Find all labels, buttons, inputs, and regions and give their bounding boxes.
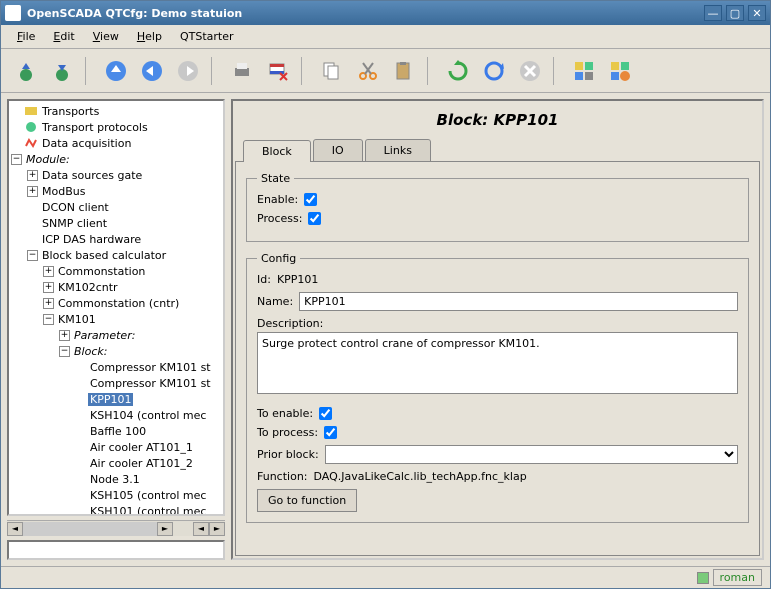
label-priorblock: Prior block: <box>257 448 319 461</box>
scroll-left-icon[interactable]: ◄ <box>7 522 23 536</box>
select-priorblock[interactable] <box>325 445 738 464</box>
legend-state: State <box>257 172 294 185</box>
left-pane: Transports Transport protocols Data acqu… <box>7 99 225 560</box>
paste-icon[interactable] <box>389 56 419 86</box>
menu-view[interactable]: View <box>85 27 127 46</box>
value-function: DAQ.JavaLikeCalc.lib_techApp.fnc_klap <box>314 470 527 483</box>
tree-transports[interactable]: Transports <box>9 103 223 119</box>
tree-km101[interactable]: −KM101 <box>9 311 223 327</box>
menubar: File Edit View Help QTStarter <box>1 25 770 49</box>
label-toprocess: To process: <box>257 426 318 439</box>
tree-block[interactable]: −Block: <box>9 343 223 359</box>
checkbox-toprocess[interactable] <box>324 426 337 439</box>
tab-links[interactable]: Links <box>365 139 431 161</box>
tree-dsgate[interactable]: +Data sources gate <box>9 167 223 183</box>
fieldset-config: Config Id: KPP101 Name: Description: To <box>246 252 749 523</box>
copy-icon[interactable] <box>317 56 347 86</box>
right-pane: Block: KPP101 Block IO Links State Enabl… <box>231 99 764 560</box>
tree-bbc[interactable]: −Block based calculator <box>9 247 223 263</box>
label-process: Process: <box>257 212 302 225</box>
checkbox-toenable[interactable] <box>319 407 332 420</box>
tree-view[interactable]: Transports Transport protocols Data acqu… <box>7 99 225 516</box>
fieldset-state: State Enable: Process: <box>246 172 749 242</box>
tab-block[interactable]: Block <box>243 140 311 162</box>
tree-at101-2[interactable]: Air cooler AT101_2 <box>9 455 223 471</box>
tree-at101-1[interactable]: Air cooler AT101_1 <box>9 439 223 455</box>
nav-forward-icon[interactable] <box>173 56 203 86</box>
disk-up-icon[interactable] <box>11 56 41 86</box>
label-function: Function: <box>257 470 308 483</box>
tree-modbus[interactable]: +ModBus <box>9 183 223 199</box>
bottom-listbox[interactable] <box>7 540 225 560</box>
window-title: OpenSCADA QTCfg: Demo statuion <box>27 7 700 20</box>
page-title: Block: KPP101 <box>235 103 760 139</box>
tab-body: State Enable: Process: Config Id: KPP101 <box>235 161 760 556</box>
flag-delete-icon[interactable] <box>263 56 293 86</box>
tree-dataacq[interactable]: Data acquisition <box>9 135 223 151</box>
refresh-icon[interactable] <box>443 56 473 86</box>
app-window: OpenSCADA QTCfg: Demo statuion — ▢ ✕ Fil… <box>0 0 771 589</box>
scroll-left2-icon[interactable]: ◄ <box>193 522 209 536</box>
scroll-right-icon[interactable]: ► <box>157 522 173 536</box>
scroll-right2-icon[interactable]: ► <box>209 522 225 536</box>
stop-icon[interactable] <box>515 56 545 86</box>
checkbox-process[interactable] <box>308 212 321 225</box>
label-description: Description: <box>257 317 323 330</box>
tree-ksh104[interactable]: KSH104 (control mec <box>9 407 223 423</box>
legend-config: Config <box>257 252 300 265</box>
menu-file[interactable]: File <box>9 27 43 46</box>
tree-ksh101[interactable]: KSH101 (control mec <box>9 503 223 516</box>
disk-down-icon[interactable] <box>47 56 77 86</box>
label-id: Id: <box>257 273 271 286</box>
statusbar: roman <box>1 566 770 588</box>
app-icon <box>5 5 21 21</box>
label-name: Name: <box>257 295 293 308</box>
menu-qtstarter[interactable]: QTStarter <box>172 27 242 46</box>
label-toenable: To enable: <box>257 407 313 420</box>
tree-parameter[interactable]: +Parameter: <box>9 327 223 343</box>
tool2-icon[interactable] <box>605 56 635 86</box>
value-id: KPP101 <box>277 273 318 286</box>
print-icon[interactable] <box>227 56 257 86</box>
tree-comp-km101-b[interactable]: Compressor KM101 st <box>9 375 223 391</box>
titlebar: OpenSCADA QTCfg: Demo statuion — ▢ ✕ <box>1 1 770 25</box>
nav-back-icon[interactable] <box>137 56 167 86</box>
tree-baffle[interactable]: Baffle 100 <box>9 423 223 439</box>
label-enable: Enable: <box>257 193 298 206</box>
checkbox-enable[interactable] <box>304 193 317 206</box>
tab-bar: Block IO Links <box>235 139 760 161</box>
tab-io[interactable]: IO <box>313 139 363 161</box>
tree-tprotocols[interactable]: Transport protocols <box>9 119 223 135</box>
goto-function-button[interactable]: Go to function <box>257 489 357 512</box>
tool1-icon[interactable] <box>569 56 599 86</box>
menu-help[interactable]: Help <box>129 27 170 46</box>
input-name[interactable] <box>299 292 738 311</box>
cut-icon[interactable] <box>353 56 383 86</box>
status-user: roman <box>713 569 762 586</box>
close-button[interactable]: ✕ <box>748 5 766 21</box>
menu-edit[interactable]: Edit <box>45 27 82 46</box>
textarea-description[interactable] <box>257 332 738 394</box>
maximize-button[interactable]: ▢ <box>726 5 744 21</box>
tree-kpp101[interactable]: KPP101 <box>9 391 223 407</box>
status-led-icon <box>697 572 709 584</box>
tree-dcon[interactable]: DCON client <box>9 199 223 215</box>
toolbar <box>1 49 770 93</box>
cycle-icon[interactable] <box>479 56 509 86</box>
tree-module[interactable]: −Module: <box>9 151 223 167</box>
tree-snmp[interactable]: SNMP client <box>9 215 223 231</box>
content-area: Transports Transport protocols Data acqu… <box>1 93 770 566</box>
nav-up-icon[interactable] <box>101 56 131 86</box>
minimize-button[interactable]: — <box>704 5 722 21</box>
tree-icpdas[interactable]: ICP DAS hardware <box>9 231 223 247</box>
tree-commonstation-cntr[interactable]: +Commonstation (cntr) <box>9 295 223 311</box>
tree-comp-km101-a[interactable]: Compressor KM101 st <box>9 359 223 375</box>
tree-commonstation[interactable]: +Commonstation <box>9 263 223 279</box>
tree-ksh105[interactable]: KSH105 (control mec <box>9 487 223 503</box>
tree-km102cntr[interactable]: +KM102cntr <box>9 279 223 295</box>
tree-hscroll[interactable]: ◄ ► ◄ ► <box>7 520 225 536</box>
tree-node31[interactable]: Node 3.1 <box>9 471 223 487</box>
